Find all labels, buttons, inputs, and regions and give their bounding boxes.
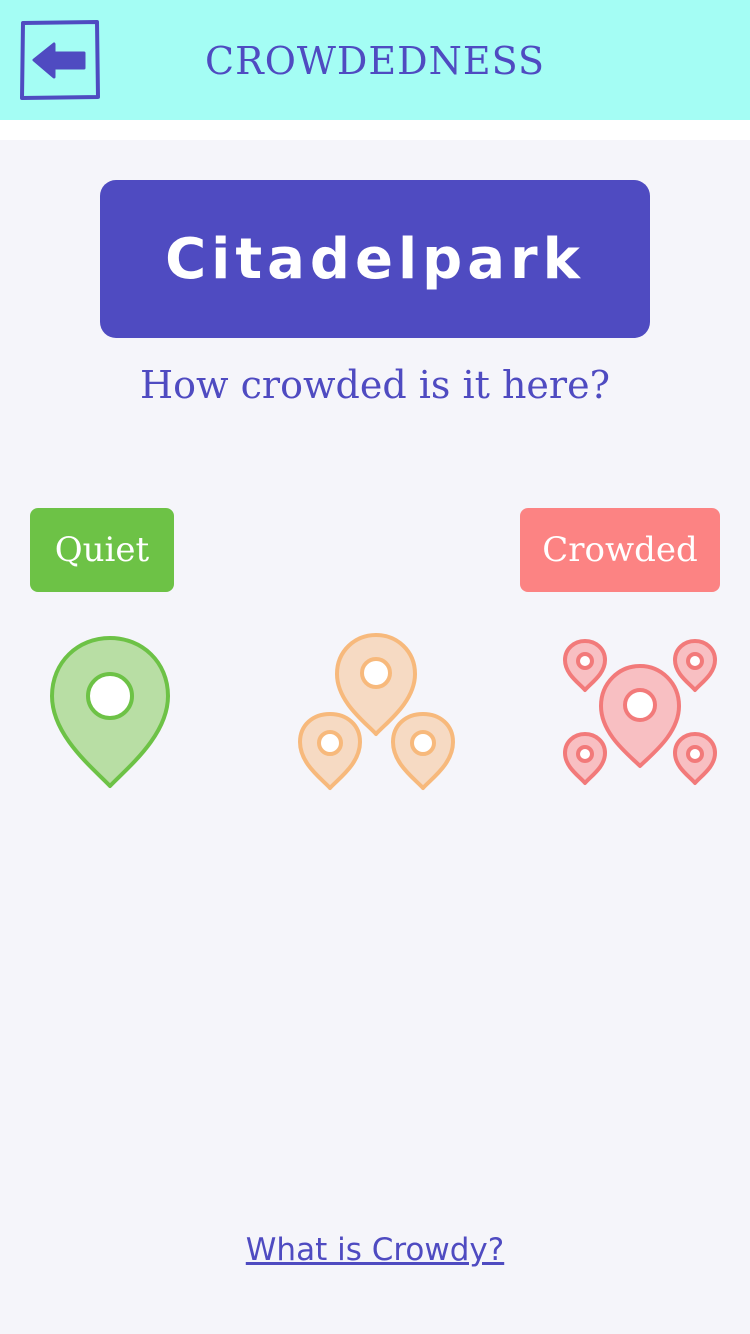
location-name: Citadelpark bbox=[165, 226, 585, 292]
quiet-label: Quiet bbox=[30, 508, 174, 592]
crowdedness-option-crowded[interactable] bbox=[555, 628, 725, 794]
what-is-crowdy-link[interactable]: What is Crowdy? bbox=[0, 1228, 750, 1272]
question-text: How crowded is it here? bbox=[140, 363, 610, 407]
three-pins-icon bbox=[298, 633, 455, 790]
crowdedness-option-medium[interactable] bbox=[290, 628, 462, 794]
crowded-label: Crowded bbox=[520, 508, 720, 592]
many-pins-icon bbox=[563, 639, 717, 785]
location-card: Citadelpark bbox=[100, 180, 650, 338]
crowdedness-option-quiet[interactable] bbox=[40, 628, 180, 794]
header-divider bbox=[0, 120, 750, 140]
single-pin-icon bbox=[50, 636, 170, 788]
page-title: CROWDEDNESS bbox=[205, 39, 545, 83]
